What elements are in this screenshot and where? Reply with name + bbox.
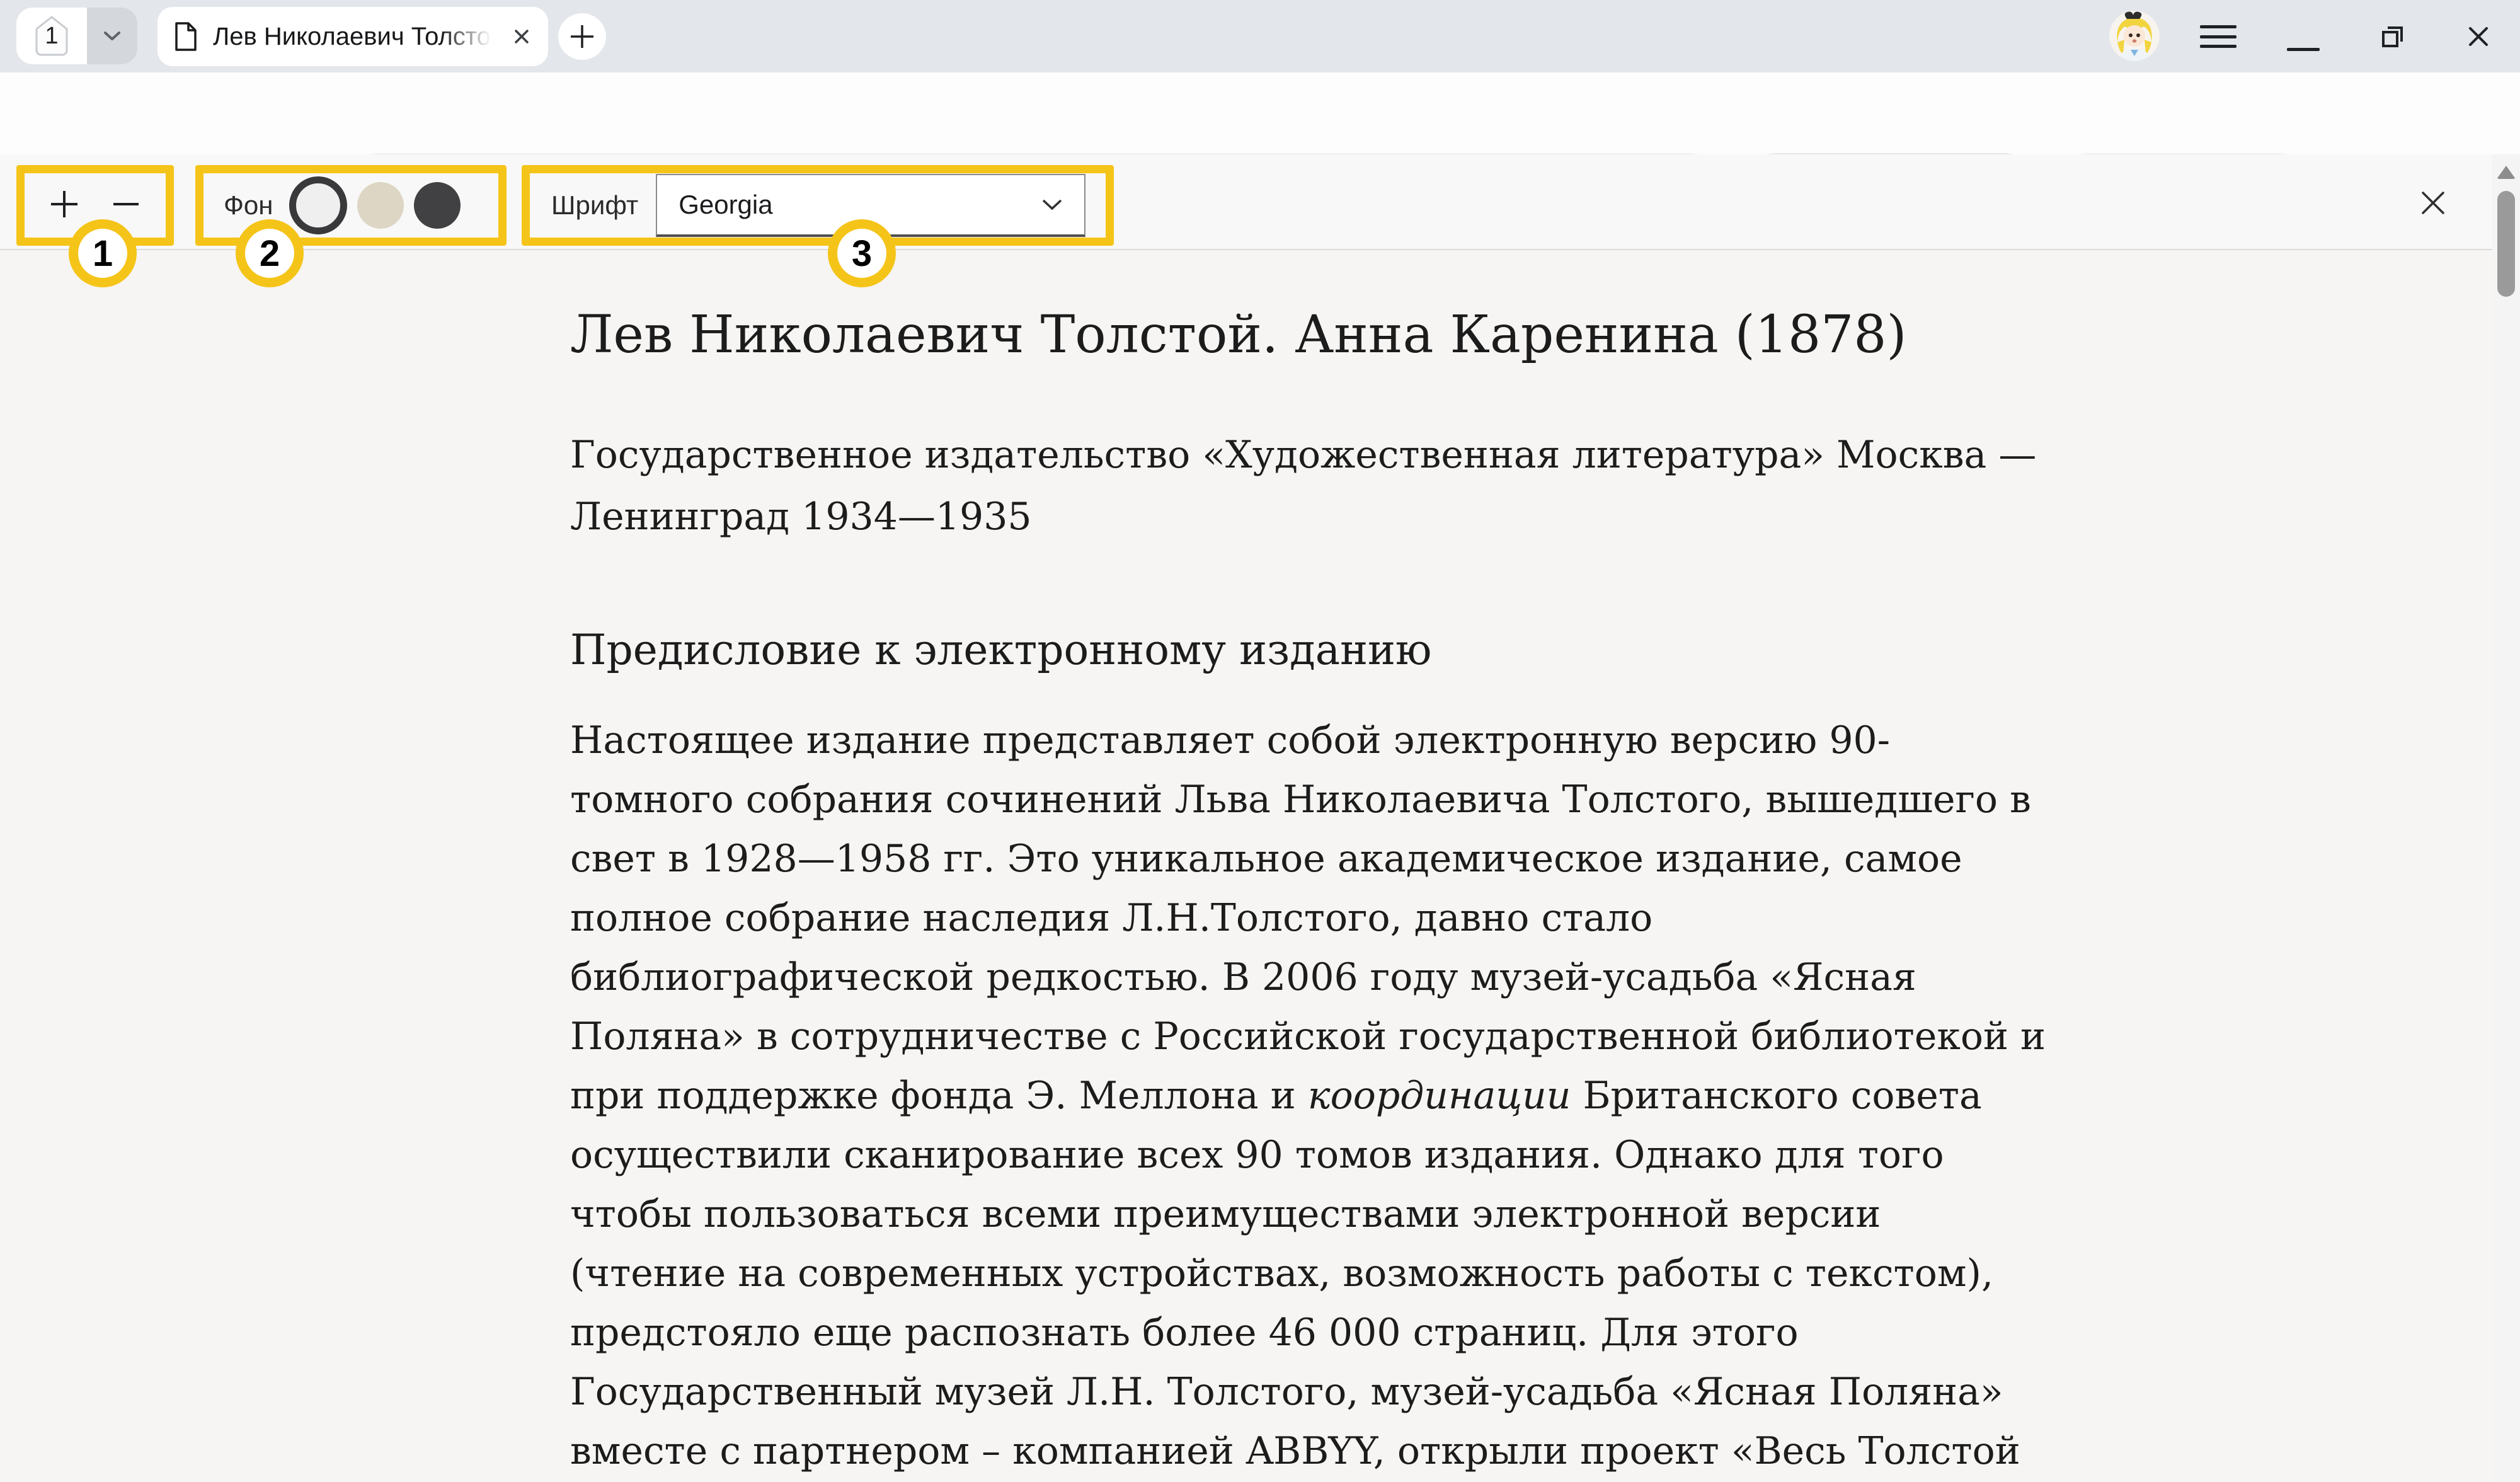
window-restore-button[interactable] [2376, 20, 2409, 56]
window-close-button[interactable] [2462, 20, 2495, 56]
paragraph-line: томного собрания сочинений Льва Николаев… [570, 770, 2492, 829]
minus-icon [108, 187, 144, 222]
paragraph-line: библиографической редкостью. В 2006 году… [570, 948, 2492, 1007]
hamburger-icon [2200, 25, 2236, 28]
tab-bar: 1 Лев Николаевич Толсто [0, 0, 2520, 72]
tab-title-fade [441, 20, 491, 53]
paragraph-line: Поляна» в сотрудничестве с Российской го… [570, 1007, 2492, 1066]
vertical-scrollbar[interactable] [2492, 154, 2520, 1482]
background-swatch-sepia[interactable] [357, 182, 404, 229]
background-label: Фон [224, 190, 273, 221]
paragraph: Настоящее издание представляет собой эле… [570, 711, 2492, 1481]
profile-avatar[interactable] [2109, 11, 2160, 61]
callout-badge-3: 3 [828, 219, 896, 287]
reader-content: Лев Николаевич Толстой. Анна Каренина (1… [0, 250, 2492, 1482]
tab-counter-left[interactable]: 1 [16, 8, 87, 64]
font-controls-highlight: Шрифт Georgia [522, 165, 1114, 246]
avatar-image [2109, 11, 2160, 61]
browser-menu-button[interactable] [2200, 25, 2236, 48]
tab-close-button[interactable] [512, 26, 532, 47]
address-toolbar: ← → Я tolstoy.ru Лев Николаевич Толстой.… [0, 72, 2520, 154]
new-tab-button[interactable] [558, 13, 606, 60]
background-swatch-light[interactable] [289, 176, 347, 234]
paragraph-line: при поддержке фонда Э. Меллона и координ… [570, 1066, 2492, 1125]
background-swatch-dark[interactable] [414, 182, 461, 229]
browser-tab[interactable]: Лев Николаевич Толсто [158, 7, 548, 66]
tab-counter[interactable]: 1 [16, 8, 137, 64]
paragraph-line: осуществили сканирование всех 90 томов и… [570, 1125, 2492, 1185]
font-select-value: Georgia [679, 190, 772, 220]
scrollbar-thumb[interactable] [2497, 191, 2515, 297]
zoom-in-button[interactable] [47, 187, 82, 225]
subtitle-line: Ленинград 1934—1935 [570, 486, 2492, 548]
article-title: Лев Николаевич Толстой. Анна Каренина (1… [570, 306, 2492, 365]
close-icon [2417, 187, 2449, 219]
close-icon [2462, 20, 2495, 53]
window-minimize-button[interactable] [2287, 48, 2320, 51]
article-subtitle: Государственное издательство «Художестве… [570, 424, 2492, 548]
paragraph-line: Государственный музей Л.Н. Толстого, муз… [570, 1362, 2492, 1422]
chevron-down-icon [1041, 198, 1063, 211]
chevron-down-icon [103, 31, 121, 41]
tab-title-wrap: Лев Николаевич Толсто [213, 20, 491, 53]
paragraph-line: полное собрание наследия Л.Н.Толстого, д… [570, 888, 2492, 948]
zoom-out-button[interactable] [108, 187, 144, 225]
callout-badge-2: 2 [236, 219, 304, 287]
paragraph-line: (чтение на современных устройствах, возм… [570, 1244, 2492, 1303]
restore-icon [2376, 20, 2409, 53]
document-icon [174, 22, 198, 51]
section-heading: Предисловие к электронному изданию [570, 626, 2492, 674]
reader-toolbar-close-button[interactable] [2417, 187, 2449, 222]
plus-icon [47, 187, 82, 222]
paragraph-line: вместе с партнером – компанией ABBYY, от… [570, 1422, 2492, 1481]
font-label: Шрифт [551, 190, 638, 221]
tab-counter-value: 1 [45, 23, 58, 50]
paragraph-line: предстояло еще распознать более 46 000 с… [570, 1303, 2492, 1362]
paragraph-line: чтобы пользоваться всеми преимуществами … [570, 1185, 2492, 1244]
plus-icon [568, 23, 596, 50]
scroll-up-arrow[interactable] [2497, 166, 2516, 179]
callout-badge-1: 1 [69, 219, 137, 287]
close-icon [512, 26, 532, 47]
tab-list-dropdown[interactable] [87, 8, 137, 64]
background-swatches [289, 176, 461, 234]
paragraph-line: Настоящее издание представляет собой эле… [570, 711, 2492, 770]
subtitle-line: Государственное издательство «Художестве… [570, 424, 2492, 486]
paragraph-line: свет в 1928—1958 гг. Это уникальное акад… [570, 829, 2492, 888]
